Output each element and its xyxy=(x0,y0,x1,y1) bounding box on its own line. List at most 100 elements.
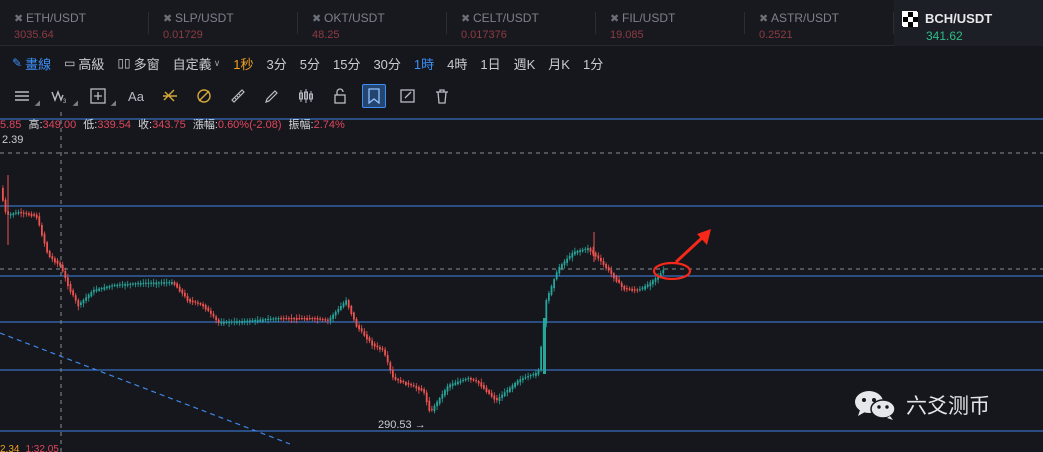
candle-body xyxy=(124,284,126,286)
ticker-tab[interactable]: ✖ CELT/USDT 0.017376 xyxy=(447,0,596,46)
candle-body xyxy=(220,321,223,324)
amplitude-label: 振幅: xyxy=(288,119,314,131)
candle-body xyxy=(579,250,581,253)
ticker-symbol: SLP/USDT xyxy=(175,11,234,25)
tf-1h[interactable]: 1時 xyxy=(414,54,434,73)
candle-body xyxy=(337,308,340,313)
text-icon[interactable]: Aa xyxy=(124,84,148,108)
edit-icon[interactable] xyxy=(396,84,420,108)
candle-body xyxy=(418,387,420,391)
candle-body xyxy=(654,278,657,282)
candle-body xyxy=(329,317,332,321)
candle-body xyxy=(259,319,262,322)
candle-body xyxy=(288,318,290,320)
candle-body xyxy=(321,318,324,321)
tf-1s[interactable]: 1秒 xyxy=(233,54,253,73)
ticker-price: 0.01729 xyxy=(163,29,203,41)
candle-body xyxy=(623,286,626,290)
close-icon[interactable]: ✖ xyxy=(461,12,473,25)
trash-icon[interactable] xyxy=(430,84,454,108)
candle-body xyxy=(451,383,454,386)
candle-body xyxy=(269,318,272,321)
candle-body xyxy=(514,382,516,388)
candle-body xyxy=(543,318,546,374)
tf-3m[interactable]: 3分 xyxy=(267,54,287,73)
fib-circle-icon[interactable] xyxy=(192,84,216,108)
bookmark-icon[interactable] xyxy=(362,84,386,108)
close-icon[interactable]: ✖ xyxy=(759,12,771,25)
candle-body xyxy=(17,212,20,214)
tf-1d[interactable]: 1日 xyxy=(480,54,500,73)
candle-body xyxy=(587,248,589,251)
candle-body xyxy=(319,318,321,320)
tf-1m[interactable]: 1分 xyxy=(583,54,603,73)
candle-body xyxy=(249,320,251,323)
tf-4h[interactable]: 4時 xyxy=(447,54,467,73)
crosshair-icon[interactable]: ◢ xyxy=(86,84,116,108)
candle-body xyxy=(459,380,462,383)
candle-body xyxy=(631,288,633,291)
close-icon[interactable]: ✖ xyxy=(312,12,324,25)
ticker-tab[interactable]: ✖ ASTR/USDT 0.2521 xyxy=(745,0,894,46)
candle-body xyxy=(483,385,485,389)
candle-body xyxy=(202,304,204,307)
candle-body xyxy=(420,388,423,391)
candle-body xyxy=(236,321,238,323)
tf-30m[interactable]: 30分 xyxy=(373,54,400,73)
custom-timeframe-dropdown[interactable]: 自定義 ∨ xyxy=(173,54,221,73)
candle-body xyxy=(186,295,189,301)
low-price-marker: 290.53 → xyxy=(378,419,426,431)
candle-body xyxy=(550,286,553,295)
candle-body xyxy=(150,282,152,284)
horizontal-lines-icon[interactable]: ◢ xyxy=(10,84,40,108)
candle-body xyxy=(501,394,503,398)
tf-1w[interactable]: 週K xyxy=(514,54,536,73)
okx-logo-icon xyxy=(902,10,918,27)
candle-body xyxy=(280,318,282,320)
advanced-chart-button[interactable]: ▭ 高級 xyxy=(64,54,104,73)
close-icon[interactable]: ✖ xyxy=(163,12,175,25)
candle-body xyxy=(251,320,254,322)
ticker-tab[interactable]: ✖ OKT/USDT 48.25 xyxy=(298,0,447,46)
candle-body xyxy=(295,318,298,320)
wave-icon[interactable]: 3 ◢ xyxy=(48,84,78,108)
candle-body xyxy=(350,306,353,315)
fib-icon[interactable] xyxy=(158,84,182,108)
ticker-tab[interactable]: ✖ ETH/USDT 3035.64 xyxy=(0,0,149,46)
draw-mode-button[interactable]: ✎ 畫線 xyxy=(12,54,51,73)
candle-body xyxy=(69,284,72,292)
candle-body xyxy=(225,321,228,323)
tf-15m[interactable]: 15分 xyxy=(333,54,360,73)
candle-body xyxy=(77,300,80,307)
candle-body xyxy=(524,377,527,379)
candle-body xyxy=(389,362,392,371)
multi-window-button[interactable]: ▯▯ 多窗 xyxy=(117,54,159,73)
candle-body xyxy=(108,285,111,288)
ticker-tab[interactable]: BCH/USDT 341.62 xyxy=(894,0,1043,46)
close-icon[interactable]: ✖ xyxy=(610,12,622,25)
tf-5m[interactable]: 5分 xyxy=(300,54,320,73)
annotation-arrow-shaft xyxy=(674,235,705,264)
candle-body xyxy=(41,225,43,236)
candle-body xyxy=(171,282,173,285)
ruler-icon[interactable] xyxy=(226,84,250,108)
candle-body xyxy=(527,376,529,378)
tf-1mo[interactable]: 月K xyxy=(548,54,570,73)
candle-body xyxy=(628,288,631,290)
ticker-tab[interactable]: ✖ SLP/USDT 0.01729 xyxy=(149,0,298,46)
candle-body xyxy=(376,345,379,348)
candle-body xyxy=(194,301,197,303)
candles-icon[interactable] xyxy=(294,84,318,108)
candle-body xyxy=(503,392,506,397)
candle-body xyxy=(298,318,301,320)
close-icon[interactable]: ✖ xyxy=(14,12,26,25)
candle-body xyxy=(22,212,25,214)
candle-body xyxy=(498,397,501,401)
candle-body xyxy=(212,313,215,317)
brush-icon[interactable] xyxy=(260,84,284,108)
ticker-tab[interactable]: ✖ FIL/USDT 19.085 xyxy=(596,0,745,46)
candle-body xyxy=(207,307,210,312)
candle-body xyxy=(405,382,407,386)
lock-icon[interactable] xyxy=(328,84,352,108)
candle-body xyxy=(493,395,496,400)
